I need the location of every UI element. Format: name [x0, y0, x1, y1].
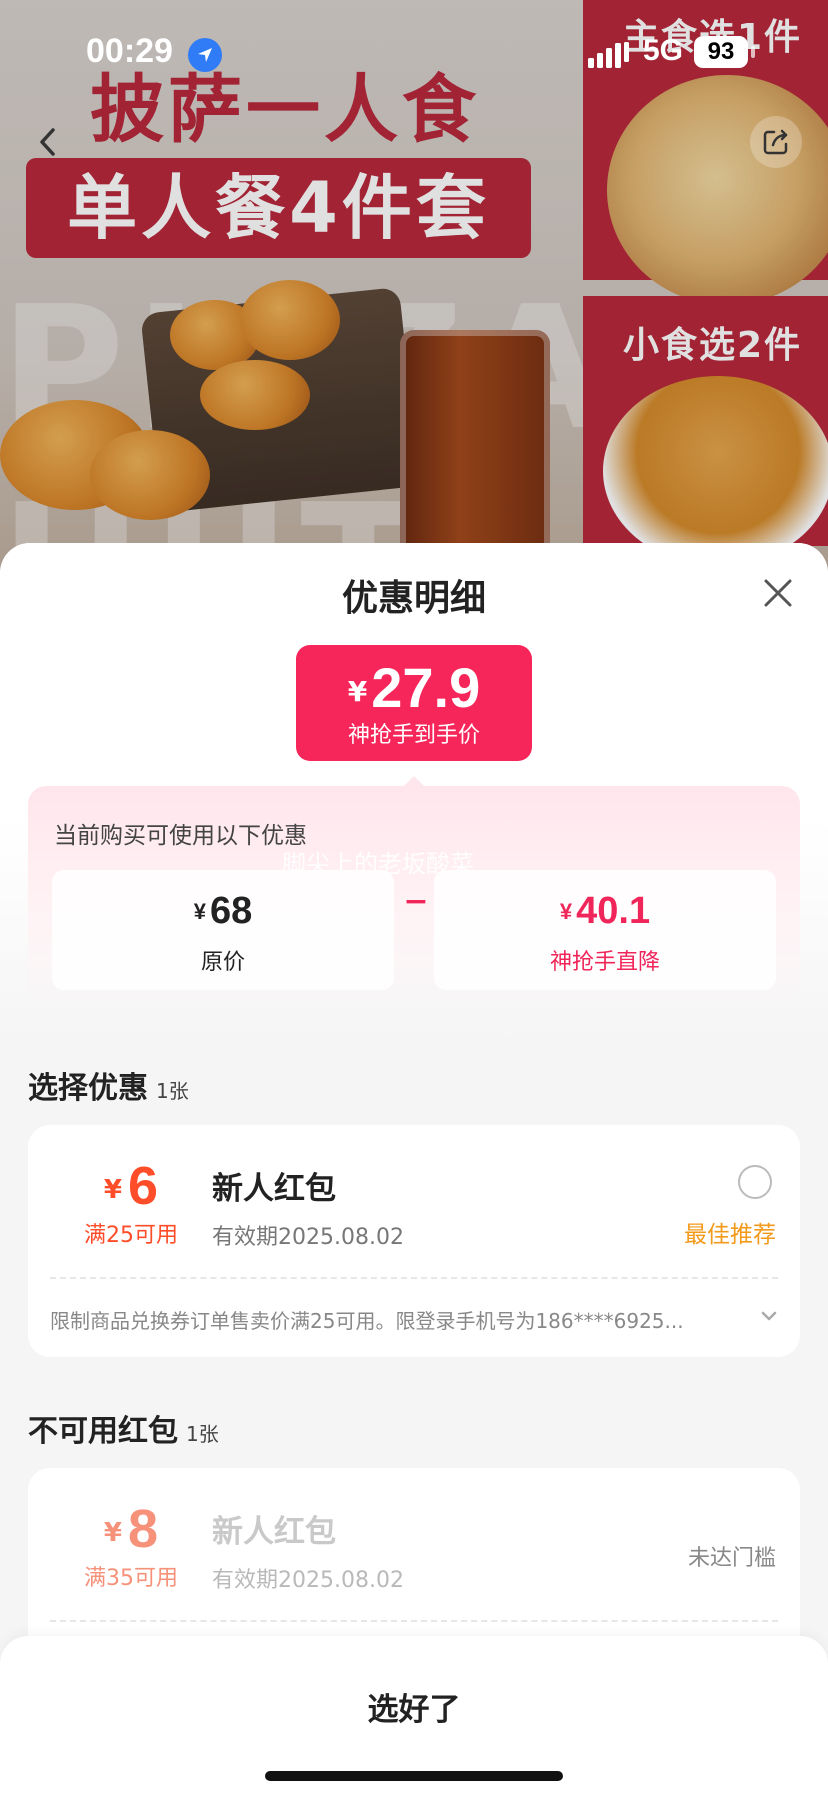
- chevron-left-icon: [40, 128, 55, 156]
- original-price: ¥68: [52, 890, 394, 933]
- coupon-threshold: 满25可用: [84, 1223, 178, 1248]
- battery-icon: 93: [694, 36, 748, 68]
- final-price-badge: ¥27.9 神抢手到手价: [296, 645, 532, 761]
- discount-currency: ¥: [559, 899, 573, 924]
- coupon-value: 8: [128, 1499, 159, 1559]
- coupon-name: 新人红包: [212, 1171, 336, 1207]
- original-price-cell: ¥68 原价: [52, 870, 394, 990]
- available-coupons-title-text: 选择优惠: [28, 1071, 148, 1106]
- discount-detail-sheet: 优惠明细 ¥27.9 神抢手到手价 当前购买可使用以下优惠 ¥68 原价 − ¥…: [0, 543, 828, 1795]
- hero-overlay: [0, 0, 828, 600]
- coupon-amount: ¥6: [28, 1155, 234, 1217]
- unavailable-coupons-count: 1张: [186, 1422, 219, 1446]
- back-button[interactable]: [22, 116, 74, 168]
- close-icon: [764, 579, 792, 607]
- coupon-currency: ¥: [103, 1518, 123, 1548]
- promo-caption: 当前购买可使用以下优惠: [54, 823, 307, 849]
- final-price-currency: ¥: [347, 675, 368, 708]
- original-price-amount: 68: [209, 890, 253, 932]
- close-button[interactable]: [756, 571, 800, 615]
- coupon-expiry: 有效期2025.08.02: [212, 1568, 404, 1593]
- coupon-threshold: 满35可用: [84, 1566, 178, 1591]
- product-hero-image: PIZZA HUT 披萨一人食 单人餐4件套 主食选1件 小食选2件: [0, 0, 828, 600]
- expand-description-button[interactable]: [758, 1305, 780, 1327]
- coupon-name: 新人红包: [212, 1514, 336, 1550]
- status-bar: 00:29 5G 93: [0, 30, 828, 82]
- promo-breakdown: 当前购买可使用以下优惠 ¥68 原价 − ¥40.1 神抢手直降 脚尖上的老坂酸…: [28, 786, 800, 1006]
- signal-icon: [588, 42, 629, 68]
- unavailable-coupons-title-text: 不可用红包: [28, 1414, 178, 1449]
- discount-label: 神抢手直降: [549, 950, 660, 975]
- final-price: ¥27.9: [296, 655, 532, 720]
- location-arrow-icon: [188, 38, 222, 72]
- coupon-card-available[interactable]: ¥6 满25可用 新人红包 有效期2025.08.02 最佳推荐 限制商品兑换券…: [28, 1125, 800, 1357]
- available-coupons-title: 选择优惠 1张: [28, 1063, 189, 1107]
- final-price-label: 神抢手到手价: [347, 723, 480, 748]
- coupon-value: 6: [128, 1156, 159, 1216]
- unavailable-coupons-title: 不可用红包 1张: [28, 1406, 219, 1450]
- confirm-button[interactable]: 选好了: [0, 1684, 828, 1729]
- coupon-expiry: 有效期2025.08.02: [212, 1225, 404, 1250]
- share-icon: [763, 129, 788, 155]
- discount-cell: ¥40.1 神抢手直降: [434, 870, 776, 990]
- coupon-amount: ¥8: [28, 1498, 234, 1560]
- badge-pointer: [404, 776, 424, 786]
- best-recommend-tag: 最佳推荐: [684, 1222, 776, 1248]
- discount-price: ¥40.1: [434, 890, 776, 933]
- coupon-divider: [50, 1620, 778, 1622]
- original-price-currency: ¥: [193, 899, 206, 924]
- coupon-unavailable-status: 未达门槛: [687, 1546, 776, 1571]
- available-coupons-count: 1张: [156, 1079, 189, 1103]
- coupon-currency: ¥: [103, 1175, 123, 1205]
- final-price-amount: 27.9: [371, 656, 481, 719]
- sheet-title: 优惠明细: [341, 578, 486, 619]
- status-time: 00:29: [86, 32, 173, 70]
- share-button[interactable]: [750, 116, 802, 168]
- coupon-select-radio[interactable]: [738, 1165, 772, 1199]
- chevron-down-icon: [761, 1311, 777, 1321]
- original-price-label: 原价: [200, 950, 245, 975]
- coupon-divider: [50, 1277, 778, 1279]
- coupon-description: 限制商品兑换券订单售卖价满25可用。限登录手机号为186****6925...: [50, 1309, 684, 1333]
- watermark: 脚尖上的老坂酸菜: [282, 850, 474, 878]
- price-calculation: ¥68 原价 − ¥40.1 神抢手直降: [52, 870, 776, 990]
- minus-sign: −: [403, 884, 429, 919]
- network-type: 5G: [643, 34, 684, 67]
- discount-amount: 40.1: [576, 890, 651, 932]
- home-indicator: [265, 1771, 563, 1781]
- battery-tip: [751, 46, 755, 58]
